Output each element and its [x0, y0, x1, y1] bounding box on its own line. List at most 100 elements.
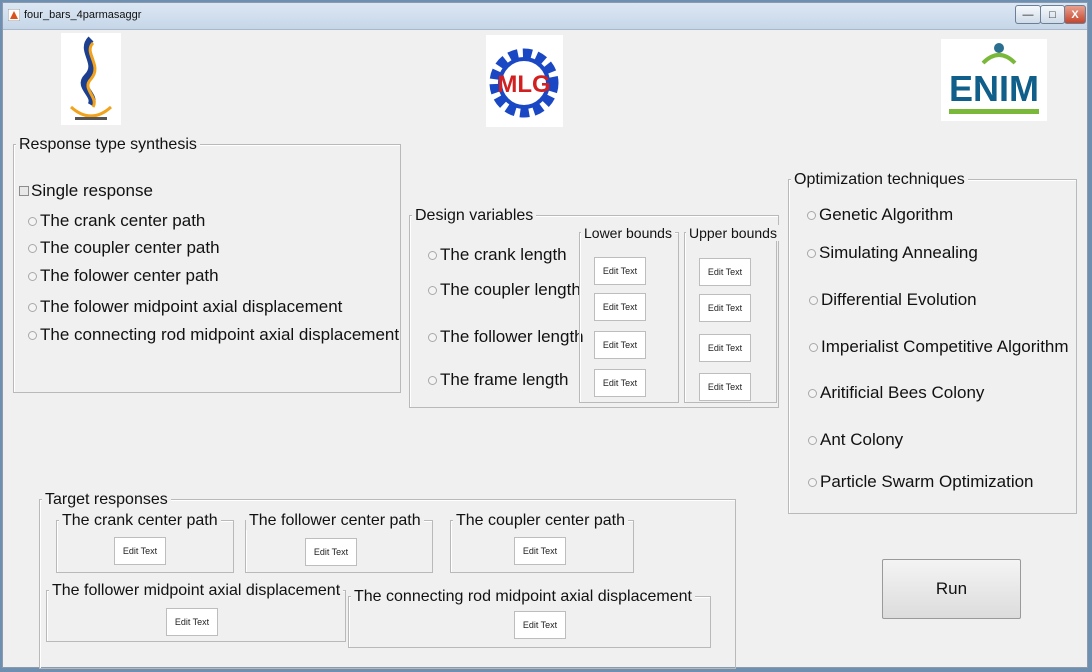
- target-follower-midpoint-panel: The follower midpoint axial displacement…: [46, 582, 346, 642]
- radio-folower-midpoint-axial-displacement[interactable]: The folower midpoint axial displacement: [28, 297, 342, 317]
- coupler-length-lower-input[interactable]: Edit Text: [594, 293, 646, 321]
- run-button[interactable]: Run: [882, 559, 1021, 619]
- lower-bounds-panel: Lower bounds Edit Text Edit Text Edit Te…: [579, 225, 679, 403]
- radio-icon: [28, 243, 37, 253]
- enim-logo-text: ENIM: [949, 68, 1039, 109]
- target-coupler-title: The coupler center path: [453, 512, 628, 530]
- follower-center-path-input[interactable]: Edit Text: [305, 538, 357, 566]
- radio-label: The crank center path: [40, 211, 206, 230]
- single-response-checkbox[interactable]: Single response: [19, 181, 153, 201]
- coupler-length-upper-input[interactable]: Edit Text: [699, 294, 751, 322]
- radio-ant-colony[interactable]: Ant Colony: [808, 430, 903, 450]
- enim-emblem-icon: ENIM: [949, 43, 1039, 114]
- window-title: four_bars_4parmasaggr: [24, 9, 142, 21]
- radio-label: Imperialist Competitive Algorithm: [821, 337, 1069, 356]
- close-button[interactable]: X: [1064, 5, 1086, 24]
- radio-icon: [807, 248, 816, 258]
- radio-label: The coupler length: [440, 280, 581, 299]
- university-emblem-icon: [69, 36, 113, 120]
- follower-length-upper-input[interactable]: Edit Text: [699, 334, 751, 362]
- radio-crank-center-path[interactable]: The crank center path: [28, 211, 205, 231]
- radio-label: The folower midpoint axial displacement: [40, 297, 343, 316]
- radio-icon: [809, 295, 818, 305]
- crank-center-path-input[interactable]: Edit Text: [114, 537, 166, 565]
- radio-icon: [808, 435, 817, 445]
- target-follower-center-path-panel: The follower center path Edit Text: [245, 512, 433, 573]
- radio-imperialist-competitive-algorithm[interactable]: Imperialist Competitive Algorithm: [809, 337, 1069, 357]
- radio-artificial-bees-colony[interactable]: Aritificial Bees Colony: [808, 383, 984, 403]
- radio-label: Genetic Algorithm: [819, 205, 954, 224]
- design-panel-title: Design variables: [412, 207, 537, 225]
- radio-connecting-rod-midpoint-axial-displacement[interactable]: The connecting rod midpoint axial displa…: [28, 325, 399, 345]
- radio-label: Simulating Annealing: [819, 243, 978, 262]
- upper-bounds-panel: Upper bounds Edit Text Edit Text Edit Te…: [684, 225, 780, 403]
- maximize-button[interactable]: □: [1040, 5, 1065, 24]
- radio-icon: [28, 216, 37, 226]
- crank-length-lower-input[interactable]: Edit Text: [594, 257, 646, 285]
- gear-logo-icon: MLG: [489, 48, 559, 118]
- radio-folower-center-path[interactable]: The folower center path: [28, 266, 219, 286]
- radio-icon: [428, 250, 437, 260]
- target-crank-center-path-panel: The crank center path Edit Text: [56, 512, 234, 573]
- radio-icon: [28, 330, 37, 340]
- radio-icon: [808, 388, 817, 398]
- enim-logo: ENIM: [941, 39, 1047, 121]
- checkbox-icon: [19, 186, 29, 196]
- follower-midpoint-input[interactable]: Edit Text: [166, 608, 218, 636]
- response-type-panel: Response type synthesis Single response …: [13, 136, 401, 393]
- radio-icon: [428, 285, 437, 295]
- target-connecting-rod-midpoint-panel: The connecting rod midpoint axial displa…: [348, 588, 711, 648]
- title-bar: four_bars_4parmasaggr — □ X: [3, 3, 1087, 30]
- radio-label: Ant Colony: [820, 430, 904, 449]
- radio-label: The follower length: [440, 327, 584, 346]
- radio-label: Differential Evolution: [821, 290, 977, 309]
- optimization-techniques-panel: Optimization techniques Genetic Algorith…: [788, 171, 1077, 514]
- radio-icon: [807, 210, 816, 220]
- crank-length-upper-input[interactable]: Edit Text: [699, 258, 751, 286]
- radio-label: The crank length: [440, 245, 567, 264]
- radio-label: Particle Swarm Optimization: [820, 472, 1034, 491]
- target-responses-panel: Target responses The crank center path E…: [39, 491, 736, 669]
- upper-bounds-title: Upper bounds: [686, 225, 780, 241]
- target-rod-mid-title: The connecting rod midpoint axial displa…: [351, 588, 695, 606]
- radio-follower-length[interactable]: The follower length: [428, 327, 584, 347]
- radio-frame-length[interactable]: The frame length: [428, 370, 569, 390]
- university-logo: [61, 33, 121, 125]
- target-panel-title: Target responses: [42, 491, 171, 509]
- radio-genetic-algorithm[interactable]: Genetic Algorithm: [807, 205, 953, 225]
- figure-content: MLG ENIM Response type synthesis Single …: [3, 29, 1087, 669]
- minimize-button[interactable]: —: [1015, 5, 1041, 24]
- lower-bounds-title: Lower bounds: [581, 225, 675, 241]
- radio-coupler-length[interactable]: The coupler length: [428, 280, 581, 300]
- radio-icon: [808, 477, 817, 487]
- app-window: four_bars_4parmasaggr — □ X MLG ENIM Res…: [2, 2, 1088, 669]
- radio-icon: [809, 342, 818, 352]
- target-follower-title: The follower center path: [246, 512, 424, 530]
- optimization-panel-title: Optimization techniques: [791, 171, 968, 189]
- radio-icon: [28, 302, 37, 312]
- lab-logo-letters: MLG: [497, 71, 550, 98]
- response-panel-title: Response type synthesis: [16, 136, 200, 154]
- lab-logo: MLG: [486, 35, 563, 127]
- radio-label: The coupler center path: [40, 238, 220, 257]
- radio-differential-evolution[interactable]: Differential Evolution: [809, 290, 977, 310]
- matlab-icon: [8, 9, 20, 21]
- target-coupler-center-path-panel: The coupler center path Edit Text: [450, 512, 634, 573]
- coupler-center-path-input[interactable]: Edit Text: [514, 537, 566, 565]
- radio-icon: [428, 375, 437, 385]
- radio-crank-length[interactable]: The crank length: [428, 245, 567, 265]
- target-crank-title: The crank center path: [59, 512, 221, 530]
- radio-icon: [28, 271, 37, 281]
- radio-particle-swarm-optimization[interactable]: Particle Swarm Optimization: [808, 472, 1034, 492]
- radio-coupler-center-path[interactable]: The coupler center path: [28, 238, 220, 258]
- radio-label: The connecting rod midpoint axial displa…: [40, 325, 400, 344]
- radio-icon: [428, 332, 437, 342]
- radio-simulating-annealing[interactable]: Simulating Annealing: [807, 243, 978, 263]
- frame-length-upper-input[interactable]: Edit Text: [699, 373, 751, 401]
- radio-label: The folower center path: [40, 266, 219, 285]
- follower-length-lower-input[interactable]: Edit Text: [594, 331, 646, 359]
- connecting-rod-midpoint-input[interactable]: Edit Text: [514, 611, 566, 639]
- target-follower-mid-title: The follower midpoint axial displacement: [49, 582, 344, 600]
- design-variables-panel: Design variables The crank length The co…: [409, 207, 780, 408]
- frame-length-lower-input[interactable]: Edit Text: [594, 369, 646, 397]
